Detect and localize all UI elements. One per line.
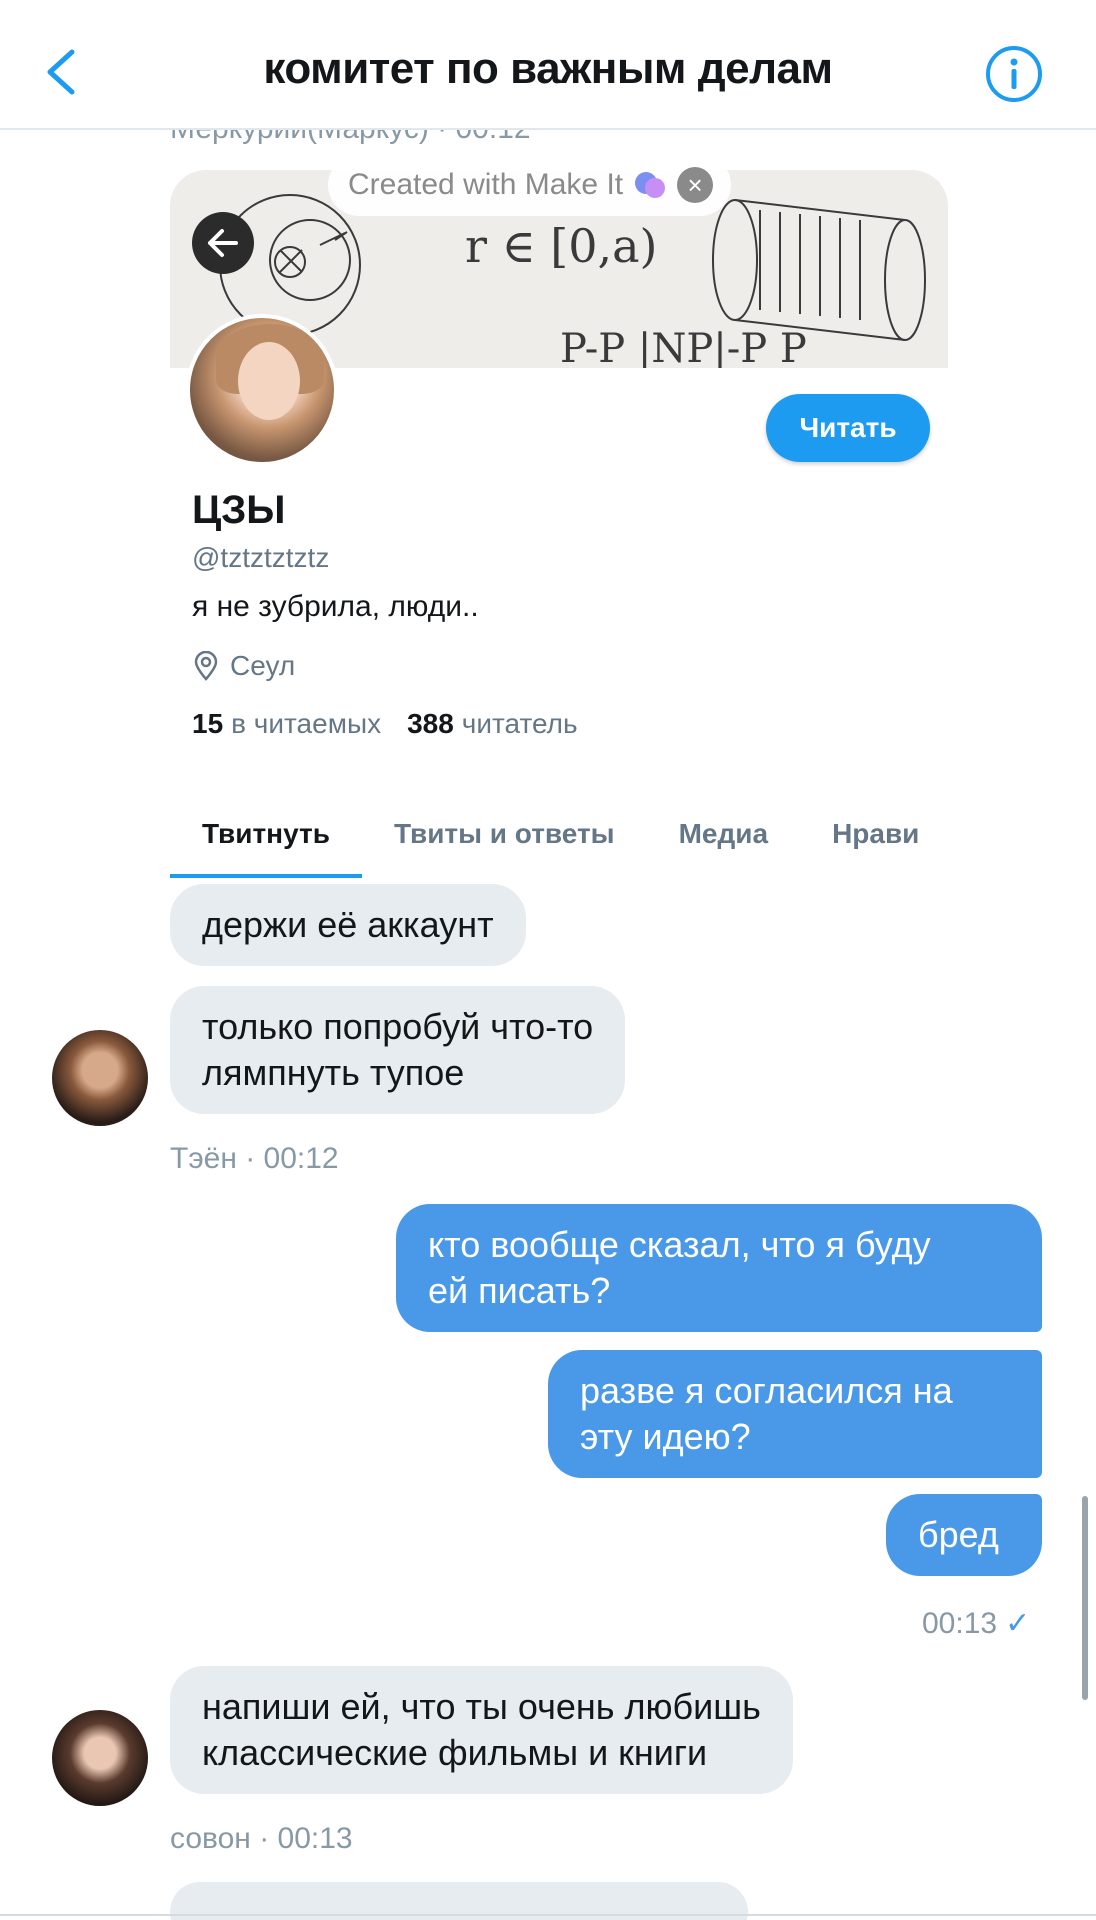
message-meta: совон · 00:13 <box>170 1822 353 1855</box>
message-bubble-incoming[interactable]: напиши ей, что ты очень любишь классичес… <box>170 1666 793 1794</box>
avatar[interactable] <box>52 1030 148 1126</box>
info-button[interactable] <box>984 44 1044 104</box>
profile-handle: @tztztztztz <box>192 542 330 573</box>
chat-title: комитет по важным делам <box>263 44 833 93</box>
info-circle-icon <box>986 46 1042 102</box>
tab-tweets[interactable]: Твитнуть <box>170 790 362 878</box>
profile-bio: я не зубрила, люди.. <box>192 590 479 623</box>
profile-avatar[interactable] <box>186 314 338 466</box>
profile-name: ЦЗЫ <box>192 488 286 532</box>
following-stat[interactable]: 15 в читаемых <box>192 708 381 740</box>
svg-text:P-P |NP|-P P: P-P |NP|-P P <box>560 326 807 368</box>
message-meta: 00:13 ✓ <box>922 1607 1031 1640</box>
divider <box>0 1914 1096 1916</box>
profile-tabs: Твитнуть Твиты и ответы Медиа Нрави <box>170 790 948 878</box>
checkmark-icon: ✓ <box>1005 1607 1031 1640</box>
message-bubble-outgoing[interactable]: бред <box>886 1494 1042 1576</box>
message-bubble-incoming[interactable]: держи её аккаунт <box>170 884 526 966</box>
follow-button[interactable]: Читать <box>766 394 930 462</box>
message-meta: Тэён · 00:12 <box>170 1142 339 1175</box>
close-icon[interactable]: × <box>677 167 714 203</box>
message-bubble-incoming[interactable]: только попробуй что-то лямпнуть тупое <box>170 986 626 1114</box>
chat-bubbles-icon <box>635 172 666 198</box>
shared-profile-card[interactable]: r ∈ [0,a) P-P |NP|-P P Читать ЦЗЫ @tztzt… <box>170 170 948 878</box>
svg-text:r ∈ [0,a): r ∈ [0,a) <box>465 219 658 273</box>
message-bubble-outgoing[interactable]: разве я согласился на эту идею? <box>548 1350 1042 1478</box>
tab-media[interactable]: Медиа <box>647 790 800 878</box>
arrow-left-icon <box>208 229 238 257</box>
message-bubble-outgoing[interactable]: кто вообще сказал, что я буду ей писать? <box>396 1204 1042 1332</box>
profile-stats: 15 в читаемых 388 читатель <box>192 708 578 740</box>
location-text: Сеул <box>230 650 296 681</box>
watermark-text: Created with Make It <box>348 168 624 201</box>
avatar[interactable] <box>52 1710 148 1806</box>
profile-location: Сеул <box>192 650 295 682</box>
tab-likes[interactable]: Нрави <box>800 790 948 878</box>
location-pin-icon <box>194 651 218 681</box>
tab-tweets-replies[interactable]: Твиты и ответы <box>362 790 647 878</box>
watermark-badge: Created with Make It × <box>328 154 732 216</box>
followers-stat[interactable]: 388 читатель <box>407 708 578 740</box>
scrollbar[interactable] <box>1082 1496 1088 1700</box>
banner-back-button[interactable] <box>192 212 254 274</box>
chat-header: комитет по важным делам <box>0 0 1096 130</box>
